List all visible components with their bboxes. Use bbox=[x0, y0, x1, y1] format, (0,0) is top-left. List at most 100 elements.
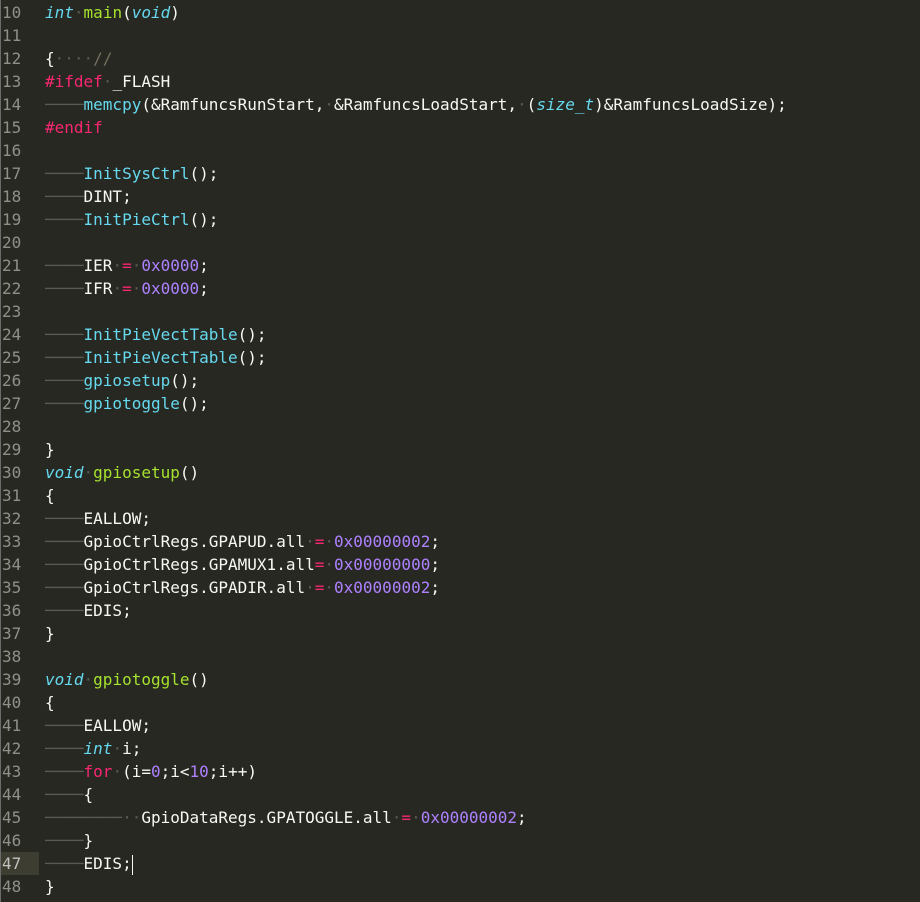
code-token: void bbox=[131, 3, 171, 22]
code-line[interactable]: 34 ────GpioCtrlRegs.GPAMUX1.all=·0x000000… bbox=[1, 553, 920, 576]
code-line[interactable]: 48} bbox=[1, 875, 920, 898]
code-token: ──── bbox=[45, 371, 84, 390]
code-token: } bbox=[83, 831, 94, 850]
code-line[interactable]: 17 ────InitSysCtrl(); bbox=[1, 162, 920, 185]
code-token: EALLOW; bbox=[83, 716, 151, 735]
code-line[interactable]: 22 ────IFR·=·0x0000; bbox=[1, 277, 920, 300]
code-line[interactable]: 19 ────InitPieCtrl(); bbox=[1, 208, 920, 231]
code-line[interactable]: 16 bbox=[1, 139, 920, 162]
code-line[interactable]: 33 ────GpioCtrlRegs.GPAPUD.all·=·0x000000… bbox=[1, 530, 920, 553]
code-line[interactable]: 32 ────EALLOW; bbox=[1, 507, 920, 530]
code-line[interactable]: 43 ────for·(i=0;i<10;i++) bbox=[1, 760, 920, 783]
code-line[interactable]: 27 ────gpiotoggle(); bbox=[1, 392, 920, 415]
code-token: ──── bbox=[45, 555, 84, 574]
line-number: 22 bbox=[2, 279, 22, 298]
code-token: ──── bbox=[45, 394, 84, 413]
code-token: InitSysCtrl bbox=[83, 164, 190, 183]
code-line[interactable]: 41 ────EALLOW; bbox=[1, 714, 920, 737]
code-token: · bbox=[324, 532, 335, 551]
code-token: ( bbox=[122, 3, 132, 22]
code-token: · bbox=[517, 95, 527, 114]
code-line[interactable]: 15 #endif bbox=[1, 116, 920, 139]
code-line[interactable]: 24 ────InitPieVectTable(); bbox=[1, 323, 920, 346]
code-line[interactable]: 31 { bbox=[1, 484, 920, 507]
code-token: ──── bbox=[45, 785, 84, 804]
code-token: () bbox=[189, 670, 209, 689]
code-token: ──── bbox=[45, 210, 84, 229]
line-number: 27 bbox=[2, 394, 22, 413]
code-text: ────EALLOW; bbox=[45, 714, 151, 737]
code-line[interactable]: 18 ────DINT; bbox=[1, 185, 920, 208]
code-token: (); bbox=[237, 348, 267, 367]
line-number: 19 bbox=[2, 210, 22, 229]
code-line[interactable]: 13 #ifdef·_FLASH bbox=[1, 70, 920, 93]
code-token: } bbox=[45, 440, 55, 459]
code-line[interactable]: 40 { bbox=[1, 691, 920, 714]
code-token: (i= bbox=[122, 762, 151, 781]
code-text: ────} bbox=[45, 829, 93, 852]
code-token: InitPieCtrl bbox=[83, 210, 190, 229]
line-number: 40 bbox=[2, 693, 22, 712]
code-text: ────EALLOW; bbox=[45, 507, 151, 530]
code-token: void bbox=[45, 670, 84, 689]
code-token: ──── bbox=[45, 578, 84, 597]
code-token: IFR bbox=[83, 279, 113, 298]
code-token: GpioDataRegs.GPATOGGLE.all bbox=[141, 808, 392, 827]
code-token: ; bbox=[430, 555, 440, 574]
code-line[interactable]: 46 ────} bbox=[1, 829, 920, 852]
line-number: 13 bbox=[2, 72, 22, 91]
code-line[interactable]: 44 ────{ bbox=[1, 783, 920, 806]
code-token: size_t bbox=[536, 95, 595, 114]
code-line[interactable]: 12 {····// bbox=[1, 47, 920, 70]
code-token: ; bbox=[430, 532, 440, 551]
code-line[interactable]: 10 int·main(void) bbox=[1, 1, 920, 24]
code-token: · bbox=[112, 762, 123, 781]
code-line[interactable]: 14 ────memcpy(&RamfuncsRunStart,·&Ramfunc… bbox=[1, 93, 920, 116]
line-number: 21 bbox=[2, 256, 22, 275]
code-line[interactable]: 11 bbox=[1, 24, 920, 47]
code-token: ──── bbox=[45, 601, 84, 620]
code-token: · bbox=[324, 578, 335, 597]
code-line[interactable]: 36 ────EDIS; bbox=[1, 599, 920, 622]
code-text: } bbox=[45, 875, 55, 898]
code-token: DINT; bbox=[83, 187, 132, 206]
code-line[interactable]: 35 ────GpioCtrlRegs.GPADIR.all·=·0x000000… bbox=[1, 576, 920, 599]
code-token: 0x00000002 bbox=[334, 578, 431, 597]
code-line[interactable]: 23 bbox=[1, 300, 920, 323]
code-token: 10 bbox=[189, 762, 209, 781]
code-token: · bbox=[112, 279, 123, 298]
code-line[interactable]: 30 void·gpiosetup() bbox=[1, 461, 920, 484]
code-token: GpioCtrlRegs.GPAPUD.all bbox=[83, 532, 306, 551]
code-token: · bbox=[83, 670, 94, 689]
code-token: · bbox=[73, 3, 84, 22]
line-number: 16 bbox=[2, 141, 22, 160]
code-line[interactable]: 38 bbox=[1, 645, 920, 668]
line-number: 18 bbox=[2, 187, 22, 206]
code-text: ────InitPieCtrl(); bbox=[45, 208, 218, 231]
line-number: 23 bbox=[2, 302, 22, 321]
code-line[interactable]: 47 ────EDIS; bbox=[1, 852, 920, 875]
code-line[interactable]: 21 ────IER·=·0x0000; bbox=[1, 254, 920, 277]
code-editor[interactable]: 10 int·main(void) 11 12 {····//13 #ifdef·_FLA… bbox=[0, 0, 920, 902]
code-line[interactable]: 26 ────gpiosetup(); bbox=[1, 369, 920, 392]
line-number: 36 bbox=[2, 601, 22, 620]
code-text: ────InitPieVectTable(); bbox=[45, 323, 267, 346]
code-line[interactable]: 20 bbox=[1, 231, 920, 254]
code-text: ────gpiosetup(); bbox=[45, 369, 199, 392]
code-line[interactable]: 25 ────InitPieVectTable(); bbox=[1, 346, 920, 369]
code-token: ──── bbox=[45, 164, 84, 183]
code-token: ( bbox=[526, 95, 537, 114]
code-line[interactable]: 37} bbox=[1, 622, 920, 645]
code-line[interactable]: 28 bbox=[1, 415, 920, 438]
code-line[interactable]: 42 ────int·i; bbox=[1, 737, 920, 760]
code-line[interactable]: 45 ────────··GpioDataRegs.GPATOGGLE.all·=… bbox=[1, 806, 920, 829]
code-token: ──── bbox=[45, 739, 84, 758]
code-line[interactable]: 29} bbox=[1, 438, 920, 461]
code-token: · bbox=[324, 555, 334, 574]
code-token: (&RamfuncsRunStart, bbox=[141, 95, 325, 114]
code-token: void bbox=[45, 463, 84, 482]
code-token: IER bbox=[83, 256, 113, 275]
code-text: ────GpioCtrlRegs.GPAMUX1.all=·0x00000000… bbox=[45, 553, 440, 576]
text-cursor bbox=[131, 854, 133, 875]
code-line[interactable]: 39 void·gpiotoggle() bbox=[1, 668, 920, 691]
